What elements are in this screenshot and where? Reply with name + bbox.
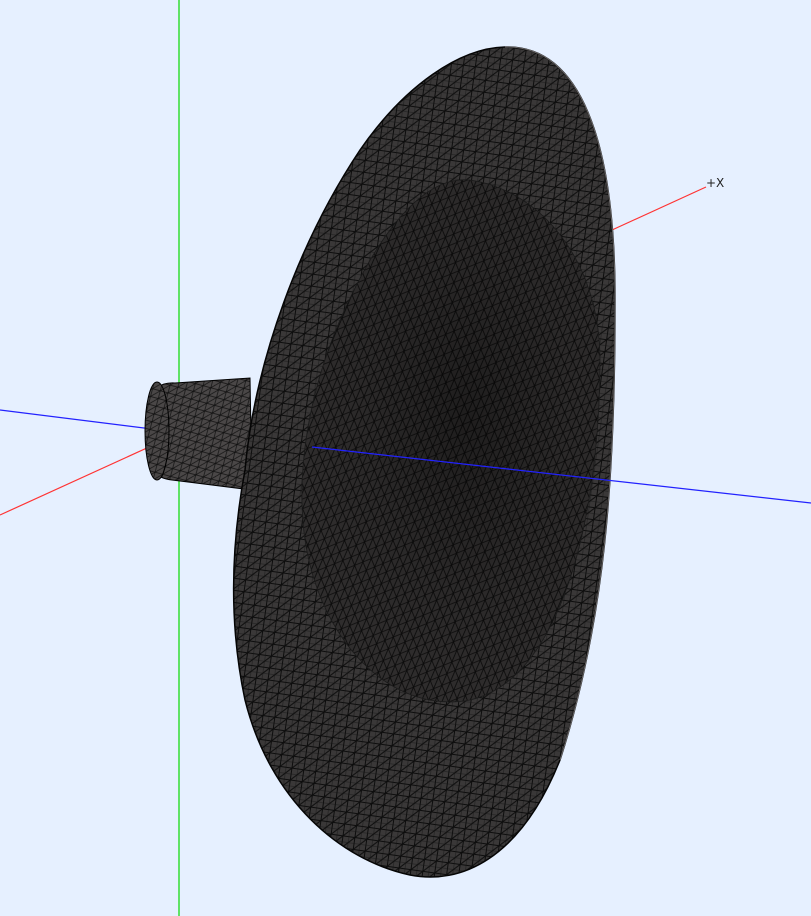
throat-end-cap (144, 381, 170, 481)
x-axis-line-back (0, 441, 161, 516)
horn-mesh-model[interactable] (144, 46, 616, 878)
z-axis-line-back (0, 409, 161, 431)
scene-canvas[interactable]: +X (0, 0, 811, 916)
x-axis-label: +X (706, 176, 724, 190)
x-axis-line-front (611, 186, 707, 231)
3d-viewport[interactable]: +X (0, 0, 811, 916)
